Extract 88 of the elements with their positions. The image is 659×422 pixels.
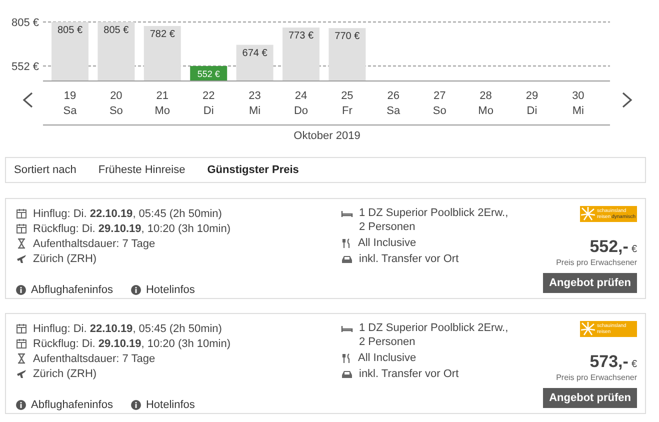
price-bar[interactable] [236, 44, 274, 81]
calendar-icon [16, 338, 27, 349]
price-bar[interactable] [52, 22, 88, 81]
bar-value: 773 € [288, 30, 314, 42]
cutlery-icon [341, 238, 352, 249]
weekday: Mi [249, 105, 261, 117]
price: 573,- [590, 352, 628, 372]
info-link[interactable]: Hotelinfos [146, 399, 195, 411]
flight-info: Rückflug: Di. 29.10.19, 10:20 (3h 10min) [33, 222, 231, 234]
bed-icon [341, 208, 353, 219]
weekday: Do [294, 105, 308, 117]
calendar-icon [16, 323, 27, 334]
price-bar[interactable] [98, 22, 135, 81]
hotel-info: 2 Personen [359, 220, 416, 234]
sort-tab[interactable]: Günstigster Preis [207, 159, 299, 181]
weekday: Mo [154, 105, 170, 117]
bar-value: 782 € [150, 29, 175, 40]
day-number: 27 [433, 90, 446, 102]
currency: € [631, 359, 637, 370]
calendar-icon [16, 223, 27, 234]
info-link[interactable]: Abflughafeninfos [31, 284, 113, 296]
month-label: Oktober 2019 [294, 130, 360, 142]
info-icon [130, 400, 141, 410]
day-number: 25 [341, 90, 354, 102]
day-number: 30 [572, 90, 584, 102]
hotel-info: All Inclusive [358, 351, 416, 365]
cutlery-icon [341, 353, 352, 364]
info-icon [130, 285, 141, 295]
bed-icon [341, 323, 353, 334]
hotel-info: 2 Personen [359, 335, 416, 349]
day-number: 22 [202, 90, 215, 102]
day-number: 29 [526, 90, 538, 102]
price-bar[interactable] [144, 26, 181, 81]
weekday: Di [526, 105, 538, 117]
weekday: Sa [386, 105, 400, 117]
day-number: 23 [248, 90, 261, 102]
day-number: 19 [64, 90, 76, 102]
sort-label: Sortiert nach [14, 164, 76, 176]
hotel-info: 1 DZ Superior Poolblick 2Erw., [359, 206, 508, 220]
flight-info: Aufenthaltsdauer: 7 Tage [33, 238, 156, 250]
weekday: Fr [342, 105, 352, 117]
hotel-info: inkl. Transfer vor Ort [359, 252, 459, 266]
weekday: Sa [63, 105, 77, 117]
day-number: 21 [156, 90, 169, 102]
hourglass-icon [16, 353, 27, 364]
bar-value: 770 € [334, 31, 360, 42]
price: 552,- [590, 237, 628, 257]
flight-info: Zürich (ZRH) [33, 252, 97, 264]
hotel-info: All Inclusive [358, 236, 416, 250]
hourglass-icon [16, 238, 27, 249]
flight-info: Zürich (ZRH) [33, 368, 97, 380]
day-number: 24 [294, 90, 308, 102]
check-offer-button[interactable]: Angebot prüfen [543, 273, 637, 293]
price-note: Preis pro Erwachsener [556, 258, 637, 267]
calendar-icon [16, 208, 27, 219]
check-offer-button[interactable]: Angebot prüfen [543, 388, 637, 408]
flight-info: Rückflug: Di. 29.10.19, 10:20 (3h 10min) [33, 338, 231, 350]
flight-info: Aufenthaltsdauer: 7 Tage [33, 352, 156, 364]
axis-label: 805 € [11, 17, 39, 29]
hotel-info: inkl. Transfer vor Ort [359, 367, 459, 381]
day-number: 20 [110, 90, 122, 102]
sun-icon [581, 207, 595, 221]
currency: € [631, 244, 637, 255]
sort-tab[interactable]: Früheste Hinreise [98, 159, 186, 181]
bar-value: 805 € [57, 25, 83, 36]
info-icon [16, 285, 26, 295]
weekday: Mo [478, 105, 494, 117]
weekday: Mi [572, 105, 584, 117]
price-note: Preis pro Erwachsener [556, 373, 637, 382]
day-number: 28 [480, 90, 492, 102]
bar-value: 674 € [242, 48, 268, 59]
hotel-info: 1 DZ Superior Poolblick 2Erw., [359, 321, 508, 335]
axis-label: 552 € [11, 61, 39, 74]
bar-value: 805 € [104, 25, 129, 36]
bar-value: 552 € [197, 69, 220, 80]
weekday: Di [203, 105, 214, 117]
flight-info: Hinflug: Di. 22.10.19, 05:45 (2h 50min) [33, 322, 222, 334]
price-bar[interactable] [190, 66, 228, 81]
price-bar[interactable] [328, 28, 366, 81]
info-link[interactable]: Hotelinfos [146, 284, 195, 296]
sun-icon [581, 322, 595, 336]
weekday: So [109, 105, 123, 117]
day-number: 26 [387, 90, 400, 102]
flight-info: Hinflug: Di. 22.10.19, 05:45 (2h 50min) [33, 208, 222, 220]
price-bar[interactable] [282, 28, 320, 81]
info-icon [16, 400, 26, 410]
weekday: So [432, 105, 446, 117]
info-link[interactable]: Abflughafeninfos [31, 399, 113, 411]
